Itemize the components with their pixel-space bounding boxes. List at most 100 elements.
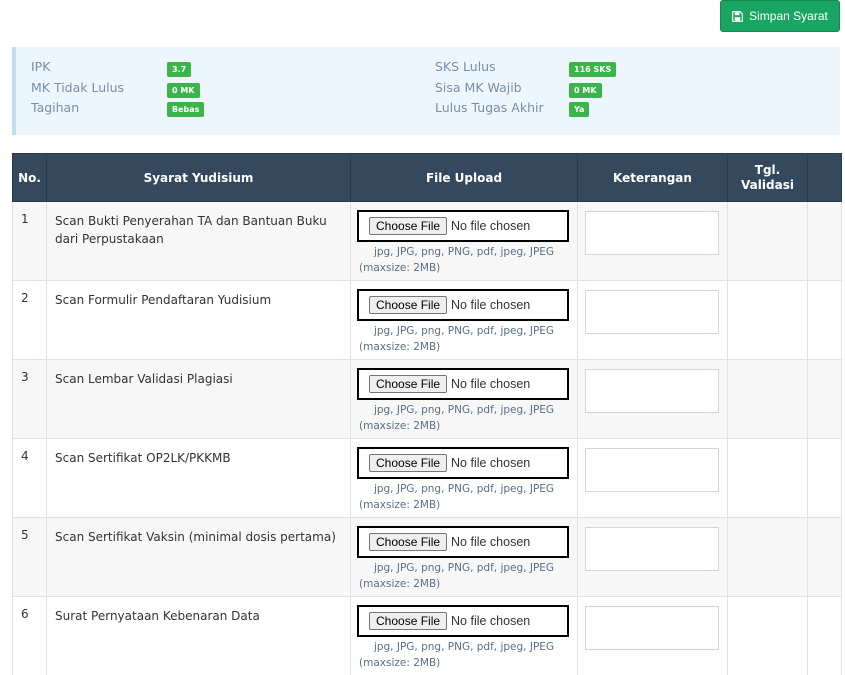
max-file-size: (maxsize: 2MB) [359, 341, 441, 353]
row-number-text: 3 [21, 370, 29, 384]
keterangan-input[interactable] [585, 290, 719, 334]
table-row: 1 Scan Bukti Penyerahan TA dan Bantuan B… [12, 201, 842, 281]
file-status: No file chosen [451, 614, 531, 628]
tgl-validasi-cell [727, 596, 808, 675]
table-row: 4 Scan Sertifikat OP2LK/PKKMB Choose Fil… [12, 438, 842, 518]
requirement-text: Scan Bukti Penyerahan TA dan Bantuan Buk… [55, 214, 327, 246]
row-number-text: 4 [21, 449, 29, 463]
file-hint: jpg, JPG, png, PNG, pdf, jpeg, JPEG (max… [359, 244, 569, 276]
keterangan-input[interactable] [585, 527, 719, 571]
choose-file-button[interactable]: Choose File [369, 454, 448, 472]
save-icon [732, 10, 744, 22]
extra-cell [807, 517, 842, 597]
choose-file-button[interactable]: Choose File [369, 533, 448, 551]
tagihan-badge: Bebas [167, 102, 205, 117]
file-input[interactable]: Choose File No file chosen [357, 289, 569, 321]
header-no: No. [12, 153, 47, 202]
max-file-size: (maxsize: 2MB) [359, 499, 441, 511]
requirement-name: Scan Lembar Validasi Plagiasi [46, 359, 351, 439]
file-input[interactable]: Choose File No file chosen [357, 210, 569, 242]
save-requirements-button[interactable]: Simpan Syarat [720, 0, 840, 32]
allowed-file-types: jpg, JPG, png, PNG, pdf, jpeg, JPEG [373, 562, 555, 574]
allowed-file-types: jpg, JPG, png, PNG, pdf, jpeg, JPEG [373, 483, 555, 495]
table-header-row: No. Syarat Yudisium File Upload Keterang… [12, 153, 842, 202]
allowed-file-types: jpg, JPG, png, PNG, pdf, jpeg, JPEG [373, 325, 555, 337]
extra-cell [807, 359, 842, 439]
file-hint: jpg, JPG, png, PNG, pdf, jpeg, JPEG (max… [359, 402, 569, 434]
allowed-file-types: jpg, JPG, png, PNG, pdf, jpeg, JPEG [373, 404, 555, 416]
file-input[interactable]: Choose File No file chosen [357, 368, 569, 400]
keterangan-cell [577, 596, 728, 675]
header-keterangan: Keterangan [577, 153, 728, 202]
file-upload-cell: Choose File No file chosen jpg, JPG, png… [350, 596, 578, 675]
max-file-size: (maxsize: 2MB) [359, 657, 441, 669]
file-hint: jpg, JPG, png, PNG, pdf, jpeg, JPEG (max… [359, 639, 569, 671]
max-file-size: (maxsize: 2MB) [359, 420, 441, 432]
row-number: 2 [12, 280, 47, 360]
file-upload-cell: Choose File No file chosen jpg, JPG, png… [350, 280, 578, 360]
row-number: 3 [12, 359, 47, 439]
choose-file-button[interactable]: Choose File [369, 612, 448, 630]
requirement-name: Scan Formulir Pendaftaran Yudisium [46, 280, 351, 360]
file-status: No file chosen [451, 535, 531, 549]
requirement-text: Scan Formulir Pendaftaran Yudisium [55, 293, 272, 307]
requirement-text: Scan Lembar Validasi Plagiasi [55, 372, 233, 386]
save-button-label: Simpan Syarat [749, 9, 828, 23]
allowed-file-types: jpg, JPG, png, PNG, pdf, jpeg, JPEG [373, 641, 555, 653]
row-number-text: 1 [21, 212, 29, 226]
keterangan-cell [577, 438, 728, 518]
requirement-name: Scan Sertifikat OP2LK/PKKMB [46, 438, 351, 518]
choose-file-button[interactable]: Choose File [369, 217, 448, 235]
header-tgl-validasi: Tgl. Validasi [727, 153, 808, 202]
keterangan-input[interactable] [585, 448, 719, 492]
lulus-ta-badge: Ya [569, 102, 590, 117]
sisa-mk-wajib-label: Sisa MK Wajib [435, 80, 522, 95]
sks-lulus-badge: 116 SKS [569, 62, 617, 77]
file-status: No file chosen [451, 377, 531, 391]
file-upload-cell: Choose File No file chosen jpg, JPG, png… [350, 438, 578, 518]
file-input[interactable]: Choose File No file chosen [357, 447, 569, 479]
choose-file-button[interactable]: Choose File [369, 296, 448, 314]
requirement-text: Scan Sertifikat OP2LK/PKKMB [55, 451, 231, 465]
table-row: 6 Surat Pernyataan Kebenaran Data Choose… [12, 596, 842, 675]
choose-file-button[interactable]: Choose File [369, 375, 448, 393]
max-file-size: (maxsize: 2MB) [359, 578, 441, 590]
file-input[interactable]: Choose File No file chosen [357, 605, 569, 637]
row-number-text: 6 [21, 607, 29, 621]
requirement-name: Scan Bukti Penyerahan TA dan Bantuan Buk… [46, 201, 351, 281]
keterangan-cell [577, 359, 728, 439]
tgl-validasi-cell [727, 517, 808, 597]
row-number: 6 [12, 596, 47, 675]
sisa-mk-wajib-badge: 0 MK [569, 83, 602, 98]
file-hint: jpg, JPG, png, PNG, pdf, jpeg, JPEG (max… [359, 481, 569, 513]
table-row: 5 Scan Sertifikat Vaksin (minimal dosis … [12, 517, 842, 597]
file-upload-cell: Choose File No file chosen jpg, JPG, png… [350, 359, 578, 439]
max-file-size: (maxsize: 2MB) [359, 262, 441, 274]
extra-cell [807, 596, 842, 675]
file-status: No file chosen [451, 219, 531, 233]
student-summary-panel: IPK 3.7 MK Tidak Lulus 0 MK Tagihan Beba… [12, 47, 840, 135]
row-number: 5 [12, 517, 47, 597]
file-status: No file chosen [451, 456, 531, 470]
file-input[interactable]: Choose File No file chosen [357, 526, 569, 558]
file-upload-cell: Choose File No file chosen jpg, JPG, png… [350, 517, 578, 597]
keterangan-input[interactable] [585, 606, 719, 650]
table-row: 2 Scan Formulir Pendaftaran Yudisium Cho… [12, 280, 842, 360]
row-number: 4 [12, 438, 47, 518]
requirement-text: Surat Pernyataan Kebenaran Data [55, 609, 260, 623]
table-row: 3 Scan Lembar Validasi Plagiasi Choose F… [12, 359, 842, 439]
header-extra [807, 153, 842, 202]
extra-cell [807, 280, 842, 360]
row-number: 1 [12, 201, 47, 281]
keterangan-input[interactable] [585, 369, 719, 413]
requirements-table: No. Syarat Yudisium File Upload Keterang… [12, 153, 842, 675]
requirement-text: Scan Sertifikat Vaksin (minimal dosis pe… [55, 530, 336, 544]
sks-lulus-label: SKS Lulus [435, 59, 496, 74]
keterangan-cell [577, 201, 728, 281]
header-file-upload: File Upload [350, 153, 578, 202]
lulus-ta-label: Lulus Tugas Akhir [435, 100, 544, 115]
file-status: No file chosen [451, 298, 531, 312]
ipk-label: IPK [31, 59, 51, 74]
keterangan-input[interactable] [585, 211, 719, 255]
keterangan-cell [577, 280, 728, 360]
